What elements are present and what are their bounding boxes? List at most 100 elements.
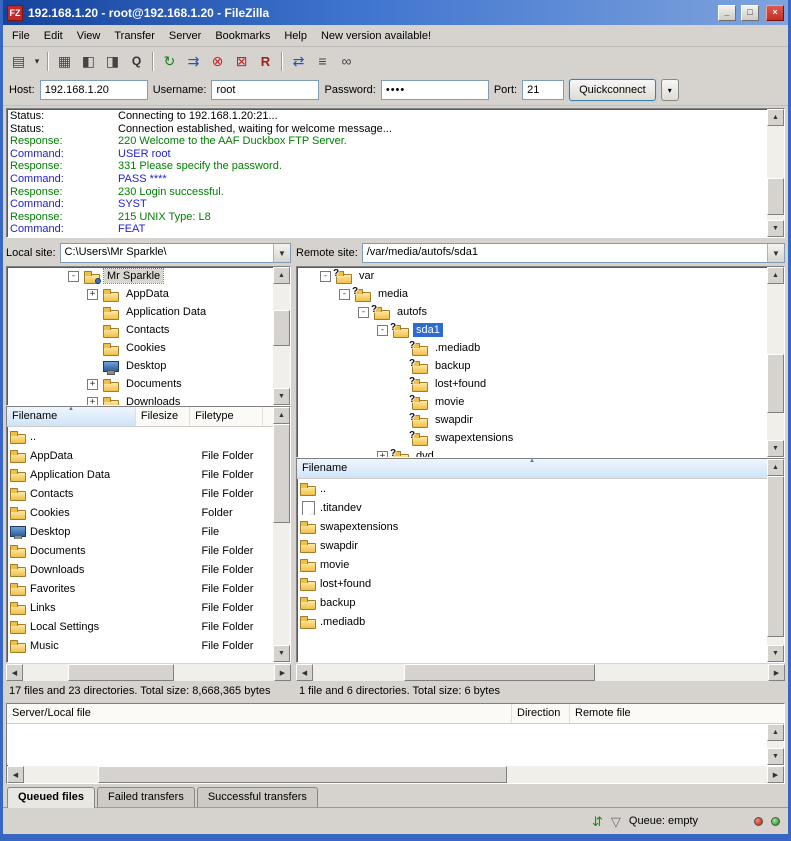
tree-item[interactable]: -Mr Sparkle bbox=[7, 267, 273, 285]
scroll-right-icon[interactable]: ▶ bbox=[274, 664, 291, 681]
column-header-filesize[interactable]: Filesize bbox=[136, 407, 190, 426]
menu-edit[interactable]: Edit bbox=[37, 27, 70, 45]
tab-successful-transfers[interactable]: Successful transfers bbox=[197, 787, 318, 807]
file-row[interactable]: AppDataFile Folder bbox=[7, 446, 273, 465]
toggle-message-log-icon[interactable]: ▦ bbox=[53, 50, 76, 72]
tree-item[interactable]: Application Data bbox=[7, 303, 273, 321]
column-header-direction[interactable]: Direction bbox=[512, 704, 570, 723]
scroll-down-icon[interactable]: ▼ bbox=[767, 645, 784, 662]
file-row[interactable]: FavoritesFile Folder bbox=[7, 579, 273, 598]
find-files-icon[interactable]: ∞ bbox=[335, 50, 358, 72]
tree-item[interactable]: ?movie bbox=[297, 393, 767, 411]
file-row[interactable]: movie bbox=[297, 555, 767, 574]
local-horizontal-scrollbar[interactable]: ◀ ▶ bbox=[6, 664, 291, 681]
filter-icon[interactable]: ▽ bbox=[611, 815, 621, 828]
queue-list[interactable] bbox=[7, 724, 767, 765]
reconnect-icon[interactable]: R bbox=[254, 50, 277, 72]
file-row[interactable]: DocumentsFile Folder bbox=[7, 541, 273, 560]
remote-horizontal-scrollbar[interactable]: ◀ ▶ bbox=[296, 664, 785, 681]
menu-new-version[interactable]: New version available! bbox=[314, 27, 438, 45]
maximize-button[interactable]: □ bbox=[741, 5, 759, 21]
scroll-down-icon[interactable]: ▼ bbox=[273, 645, 290, 662]
tree-item[interactable]: ?backup bbox=[297, 357, 767, 375]
toggle-queue-icon[interactable]: Q bbox=[125, 50, 148, 72]
file-row[interactable]: .titandev bbox=[297, 498, 767, 517]
menu-server[interactable]: Server bbox=[162, 27, 208, 45]
remote-site-combobox[interactable]: /var/media/autofs/sda1 ▼ bbox=[362, 243, 785, 263]
dropdown-arrow-icon[interactable]: ▼ bbox=[273, 244, 290, 262]
scroll-up-icon[interactable]: ▲ bbox=[273, 407, 290, 424]
file-row[interactable]: CookiesFolder bbox=[7, 503, 273, 522]
menu-transfer[interactable]: Transfer bbox=[107, 27, 162, 45]
collapse-icon[interactable]: - bbox=[68, 271, 79, 282]
menu-help[interactable]: Help bbox=[277, 27, 314, 45]
toggle-local-tree-icon[interactable]: ◧ bbox=[77, 50, 100, 72]
column-header-filename[interactable]: Filename bbox=[7, 407, 136, 426]
scroll-thumb[interactable] bbox=[404, 664, 595, 681]
scroll-left-icon[interactable]: ◀ bbox=[7, 766, 24, 783]
tree-item[interactable]: Desktop bbox=[7, 357, 273, 375]
scroll-thumb[interactable] bbox=[68, 664, 173, 681]
column-header-filename[interactable]: Filename bbox=[297, 459, 767, 478]
site-manager-dropdown-icon[interactable]: ▾ bbox=[31, 50, 43, 72]
scroll-up-icon[interactable]: ▲ bbox=[767, 109, 784, 126]
tree-item[interactable]: -?media bbox=[297, 285, 767, 303]
file-row[interactable]: swapdir bbox=[297, 536, 767, 555]
column-header-server-local-file[interactable]: Server/Local file bbox=[7, 704, 512, 723]
scroll-up-icon[interactable]: ▲ bbox=[273, 267, 290, 284]
collapse-icon[interactable]: - bbox=[320, 271, 331, 282]
column-header-remote-file[interactable]: Remote file bbox=[570, 704, 784, 723]
close-button[interactable]: × bbox=[766, 5, 784, 21]
local-list-scrollbar[interactable]: ▲ ▼ bbox=[273, 407, 290, 662]
expand-icon[interactable]: + bbox=[377, 451, 388, 458]
scroll-up-icon[interactable]: ▲ bbox=[767, 459, 784, 476]
queue-scrollbar[interactable]: ▲ ▼ bbox=[767, 724, 784, 765]
file-row[interactable]: Application DataFile Folder bbox=[7, 465, 273, 484]
file-row[interactable]: Local SettingsFile Folder bbox=[7, 617, 273, 636]
file-row[interactable]: backup bbox=[297, 593, 767, 612]
host-input[interactable] bbox=[40, 80, 148, 100]
scroll-up-icon[interactable]: ▲ bbox=[767, 267, 784, 284]
toggle-remote-tree-icon[interactable]: ◨ bbox=[101, 50, 124, 72]
minimize-button[interactable]: _ bbox=[718, 5, 736, 21]
local-site-combobox[interactable]: C:\Users\Mr Sparkle\ ▼ bbox=[60, 243, 291, 263]
tree-item[interactable]: -?autofs bbox=[297, 303, 767, 321]
scroll-right-icon[interactable]: ▶ bbox=[768, 664, 785, 681]
refresh-icon[interactable]: ↻ bbox=[158, 50, 181, 72]
menu-view[interactable]: View bbox=[70, 27, 108, 45]
remote-tree-scrollbar[interactable]: ▲ ▼ bbox=[767, 267, 784, 457]
password-input[interactable] bbox=[381, 80, 489, 100]
tree-item[interactable]: ?swapdir bbox=[297, 411, 767, 429]
quickconnect-button[interactable]: Quickconnect bbox=[569, 79, 656, 101]
remote-list-scrollbar[interactable]: ▲ ▼ bbox=[767, 459, 784, 662]
titlebar[interactable]: FZ 192.168.1.20 - root@192.168.1.20 - Fi… bbox=[3, 0, 788, 25]
tree-item[interactable]: ?swapextensions bbox=[297, 429, 767, 447]
menu-bookmarks[interactable]: Bookmarks bbox=[208, 27, 277, 45]
collapse-icon[interactable]: - bbox=[377, 325, 388, 336]
scroll-thumb[interactable] bbox=[767, 354, 784, 413]
scroll-down-icon[interactable]: ▼ bbox=[273, 388, 290, 405]
scroll-left-icon[interactable]: ◀ bbox=[296, 664, 313, 681]
tree-item[interactable]: -?var bbox=[297, 267, 767, 285]
site-manager-icon[interactable]: ▤ bbox=[7, 50, 30, 72]
file-row[interactable]: MusicFile Folder bbox=[7, 636, 273, 655]
scroll-thumb[interactable] bbox=[273, 310, 290, 346]
tree-item[interactable]: Contacts bbox=[7, 321, 273, 339]
tab-failed-transfers[interactable]: Failed transfers bbox=[97, 787, 195, 807]
tree-item[interactable]: Cookies bbox=[7, 339, 273, 357]
file-row[interactable]: .mediadb bbox=[297, 612, 767, 631]
file-row[interactable]: swapextensions bbox=[297, 517, 767, 536]
dropdown-arrow-icon[interactable]: ▼ bbox=[767, 244, 784, 262]
scroll-thumb[interactable] bbox=[273, 424, 290, 523]
menu-file[interactable]: File bbox=[5, 27, 37, 45]
scroll-down-icon[interactable]: ▼ bbox=[767, 440, 784, 457]
tree-item[interactable]: ?lost+found bbox=[297, 375, 767, 393]
scroll-thumb[interactable] bbox=[767, 476, 784, 637]
collapse-icon[interactable]: - bbox=[358, 307, 369, 318]
tree-item[interactable]: +?dvd bbox=[297, 447, 767, 457]
column-header-filetype[interactable]: Filetype bbox=[190, 407, 263, 426]
scroll-down-icon[interactable]: ▼ bbox=[767, 748, 784, 765]
file-row[interactable]: DownloadsFile Folder bbox=[7, 560, 273, 579]
scroll-thumb[interactable] bbox=[767, 178, 784, 216]
cancel-icon[interactable]: ⊗ bbox=[206, 50, 229, 72]
